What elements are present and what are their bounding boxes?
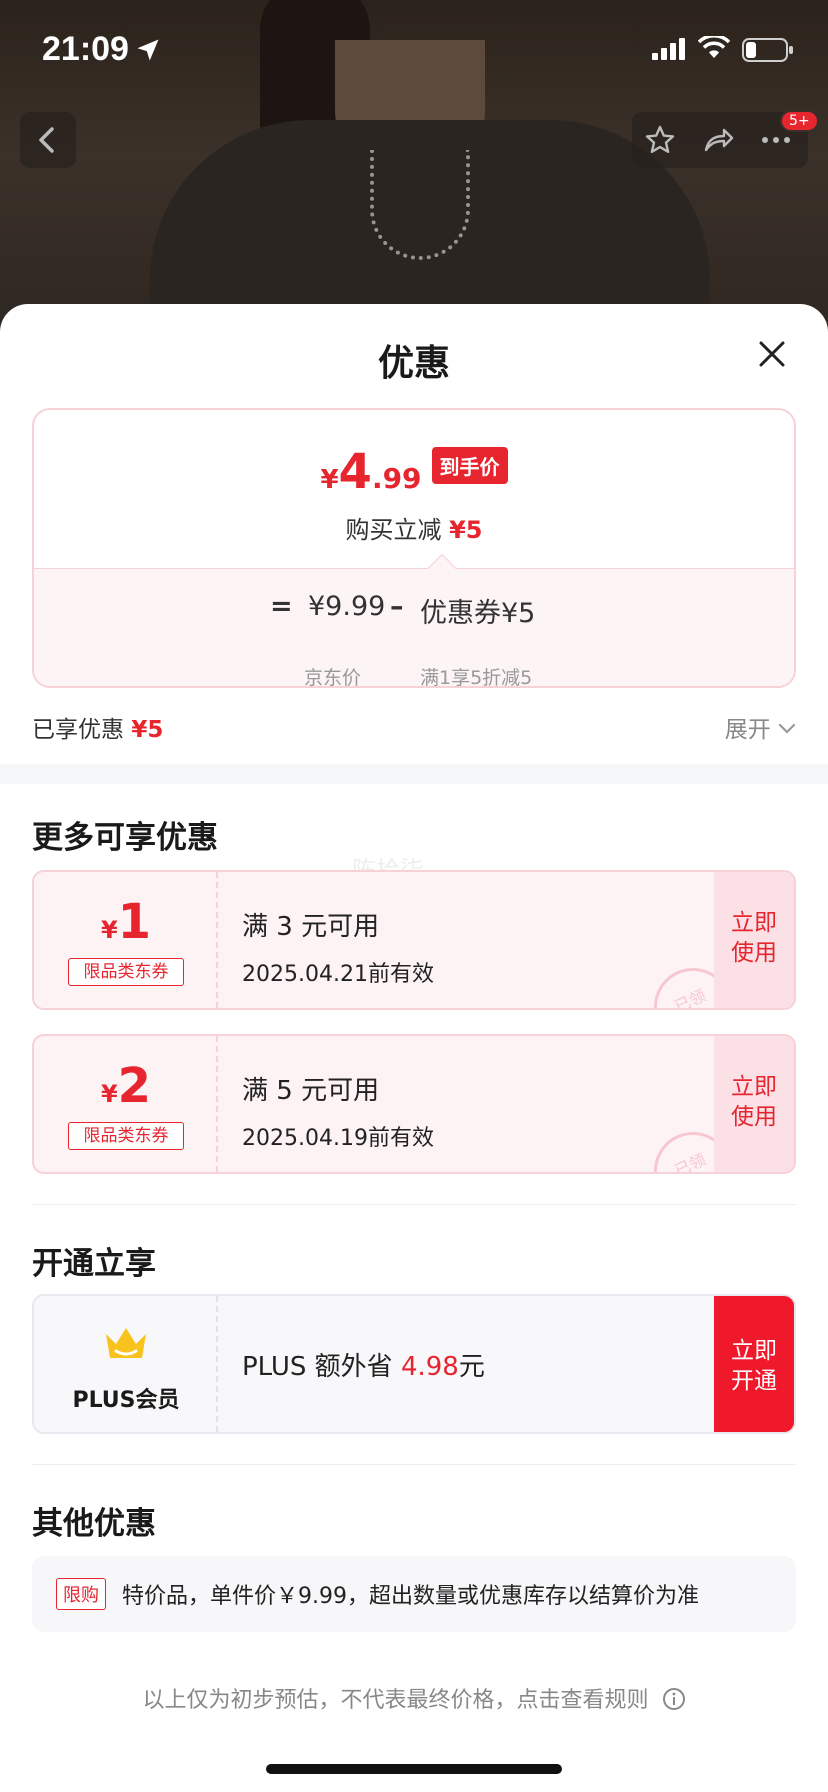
plus-card: PLUS会员 PLUS 额外省 4.98元 立即 开通 [32, 1294, 796, 1434]
final-price-card: ¥4.99 到手价 购买立减 ¥5 = ¥9.99 – 优惠券¥5 京东价 满1享… [32, 408, 796, 688]
rules-footnote[interactable]: 以上仅为初步预估，不代表最终价格，点击查看规则 [0, 1682, 828, 1714]
other-discounts-title: 其他优惠 [32, 1506, 156, 1542]
plus-text-prefix: PLUS 额外省 [242, 1352, 393, 1382]
coupon-amount: ¥2 [34, 1058, 218, 1114]
info-icon [662, 1688, 685, 1710]
use-button-line2: 使用 [731, 1104, 777, 1130]
other-discount-text: 特价品，单件价￥9.99，超出数量或优惠库存以结算价为准 [122, 1584, 699, 1609]
plus-badge-area: PLUS会员 [34, 1296, 218, 1432]
open-button-line2: 开通 [731, 1368, 777, 1394]
divider [32, 1464, 796, 1465]
message-badge: 5+ [780, 110, 819, 132]
coupon-currency: ¥ [100, 916, 118, 944]
coupon-value: 1 [117, 894, 152, 950]
coupon-description: 满1享5折减5 [420, 667, 533, 688]
formula-equals: = [270, 591, 293, 622]
coupon-amount-area: ¥1 限品类东券 [34, 872, 218, 1008]
jd-price-label: 京东价 [304, 667, 362, 688]
coupon-type-tag: 限品类东券 [68, 1122, 184, 1150]
coupon-condition: 满 3 元可用 [242, 912, 380, 942]
price-currency: ¥ [320, 465, 339, 495]
saved-value: ¥5 [131, 717, 164, 743]
plus-saving-text: PLUS 额外省 4.98元 [242, 1346, 485, 1383]
section-divider [0, 764, 828, 784]
coupon-type-tag: 限品类东券 [68, 958, 184, 986]
price-formula: = ¥9.99 – 优惠券¥5 京东价 满1享5折减5 [34, 568, 794, 688]
chevron-down-icon [778, 723, 796, 734]
coupon-condition: 满 5 元可用 [242, 1076, 380, 1106]
status-bar: 21:09 [0, 0, 828, 100]
back-icon [39, 127, 54, 153]
formula-minus: – [390, 591, 404, 622]
saved-label: 已享优惠 [32, 717, 124, 743]
coupon-value: 2 [117, 1058, 152, 1114]
final-price-tag: 到手价 [431, 447, 508, 484]
plus-saving-amount: 4.98 [400, 1352, 459, 1382]
coupon-amount-area: ¥2 限品类东券 [34, 1036, 218, 1172]
star-icon[interactable] [644, 124, 676, 156]
signal-icon [652, 38, 685, 60]
jd-price: ¥9.99 [308, 591, 386, 622]
open-button-line1: 立即 [731, 1338, 777, 1364]
price-integer: 4 [338, 444, 372, 500]
back-button[interactable] [20, 112, 76, 168]
instant-reduction: 购买立减 ¥5 [34, 510, 794, 545]
coupon-card: ¥1 限品类东券 满 3 元可用 2025.04.21前有效 已领 立即 使用 [32, 870, 796, 1010]
saved-discount: 已享优惠 ¥5 [32, 710, 163, 744]
coupon-currency: ¥ [100, 1080, 118, 1108]
close-icon[interactable] [756, 338, 788, 370]
coupon-validity: 2025.04.21前有效 [242, 962, 434, 987]
expand-label: 展开 [724, 717, 771, 743]
use-button-line2: 使用 [731, 940, 777, 966]
crown-icon [106, 1328, 146, 1358]
wifi-icon [698, 36, 730, 58]
coupon-deduction: 优惠券¥5 [420, 598, 536, 629]
saved-row: 已享优惠 ¥5 展开 [32, 704, 796, 744]
price-decimal: .99 [371, 462, 422, 495]
reduction-value: ¥5 [449, 516, 483, 544]
use-button-line1: 立即 [731, 1074, 777, 1100]
reduction-label: 购买立减 [345, 516, 442, 544]
battery-icon [742, 38, 793, 62]
plus-text-suffix: 元 [458, 1352, 485, 1382]
home-indicator [266, 1764, 562, 1774]
use-button-line1: 立即 [731, 910, 777, 936]
use-coupon-button[interactable]: 立即 使用 [714, 872, 794, 1008]
expand-button[interactable]: 展开 [725, 710, 796, 744]
coupon-amount: ¥1 [34, 894, 218, 950]
other-discount-item: 限购 特价品，单件价￥9.99，超出数量或优惠库存以结算价为准 [32, 1556, 796, 1632]
coupon-validity: 2025.04.19前有效 [242, 1126, 434, 1151]
price-summary: ¥4.99 到手价 购买立减 ¥5 [34, 410, 794, 568]
status-time: 21:09 [42, 30, 129, 68]
use-coupon-button[interactable]: 立即 使用 [714, 1036, 794, 1172]
location-arrow-icon [137, 39, 159, 61]
share-icon[interactable] [702, 124, 734, 156]
final-price: ¥4.99 到手价 [34, 444, 794, 500]
divider [32, 1204, 796, 1205]
coupon-card: ¥2 限品类东券 满 5 元可用 2025.04.19前有效 已领 立即 使用 [32, 1034, 796, 1174]
limit-tag: 限购 [56, 1578, 106, 1610]
open-plus-button[interactable]: 立即 开通 [714, 1296, 794, 1432]
more-discounts-title: 更多可享优惠 [32, 820, 218, 856]
plus-section-title: 开通立享 [32, 1246, 156, 1282]
discount-sheet: 优惠 ¥4.99 到手价 购买立减 ¥5 = ¥9.99 – 优惠券¥5 京东价 … [0, 304, 828, 1792]
plus-member-label: PLUS会员 [72, 1388, 180, 1413]
sheet-title: 优惠 [377, 343, 450, 384]
footnote-text: 以上仅为初步预估，不代表最终价格，点击查看规则 [142, 1688, 649, 1713]
product-photo-necklace [370, 150, 470, 260]
